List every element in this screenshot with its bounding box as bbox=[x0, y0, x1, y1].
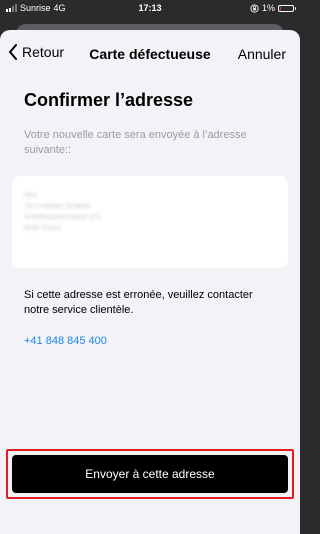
orientation-lock-icon bbox=[250, 3, 259, 13]
phone-link[interactable]: +41 848 845 400 bbox=[24, 335, 107, 347]
address-line-name: Juri Leander Sinapiet bbox=[24, 203, 91, 210]
battery-level bbox=[280, 6, 281, 10]
cta-highlight: Envoyer à cette adresse bbox=[6, 449, 294, 499]
battery-percent: 1% bbox=[261, 3, 275, 13]
status-bar: Sunrise 4G 17:13 1% bbox=[0, 0, 300, 18]
cta-label: Envoyer à cette adresse bbox=[85, 467, 215, 481]
battery-icon bbox=[278, 4, 296, 12]
navigation-bar: Retour Carte défectueuse Annuler bbox=[0, 30, 300, 78]
address-line-city: 8050 Zürich bbox=[24, 225, 61, 232]
status-right: 1% bbox=[250, 3, 296, 13]
address-card: Herr Juri Leander Sinapiet Schaffhausers… bbox=[12, 176, 288, 268]
cancel-button[interactable]: Annuler bbox=[238, 46, 286, 62]
page-subtitle: Votre nouvelle carte sera envoyée à l’ad… bbox=[24, 129, 247, 156]
send-to-address-button[interactable]: Envoyer à cette adresse bbox=[12, 455, 288, 493]
modal-sheet: Retour Carte défectueuse Annuler Confirm… bbox=[0, 30, 300, 534]
address-line-salutation: Herr bbox=[24, 192, 38, 199]
address-lines: Herr Juri Leander Sinapiet Schaffhausers… bbox=[24, 190, 101, 234]
address-line-street: Schaffhauserstrasse 371 bbox=[24, 214, 102, 221]
info-text: Si cette adresse est erronée, veuillez c… bbox=[24, 289, 253, 316]
page-heading: Confirmer l’adresse bbox=[24, 90, 194, 110]
